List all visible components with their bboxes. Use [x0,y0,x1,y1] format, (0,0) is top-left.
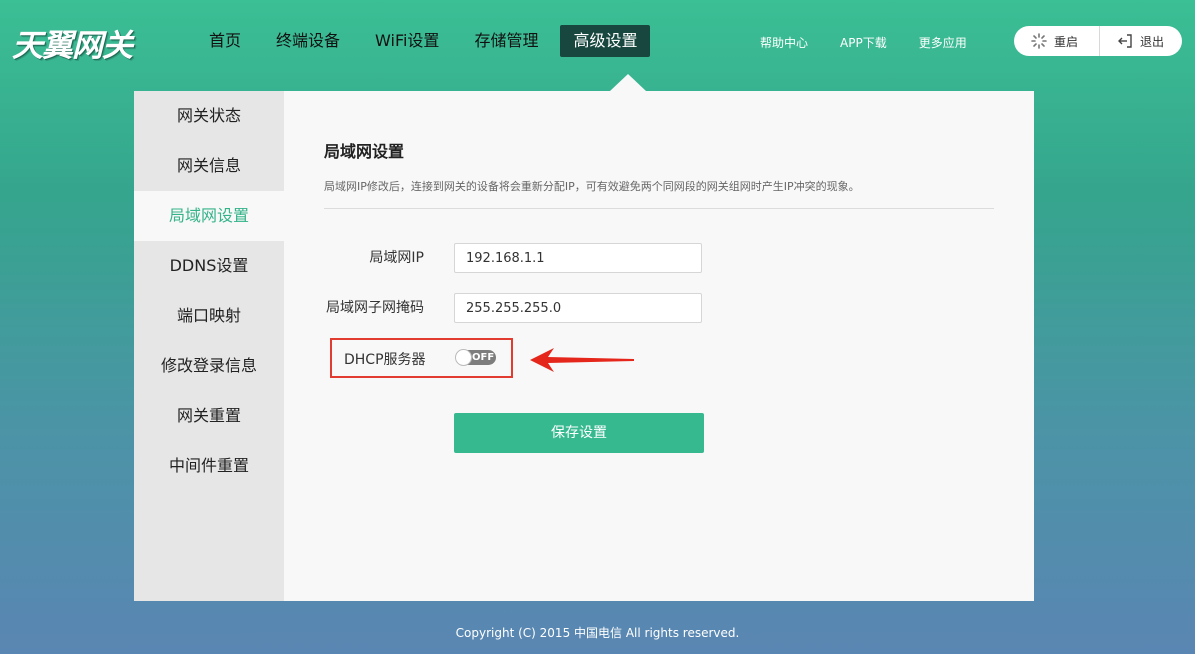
nav-item-devices[interactable]: 终端设备 [263,25,353,57]
restart-label: 重启 [1054,34,1079,49]
brand-logo: 天翼网关 [12,28,133,64]
save-button[interactable]: 保存设置 [454,413,704,453]
main-nav: 首页 终端设备 WiFi设置 存储管理 高级设置 [196,25,659,57]
nav-item-home[interactable]: 首页 [196,25,254,57]
nav-item-advanced[interactable]: 高级设置 [560,25,651,57]
page-title: 局域网设置 [324,142,405,161]
active-tab-pointer [610,74,646,91]
restart-icon [1031,33,1047,49]
sidebar-item-gateway-info[interactable]: 网关信息 [134,141,284,191]
sidebar: 网关状态 网关信息 局域网设置 DDNS设置 端口映射 修改登录信息 网关重置 … [134,91,284,601]
top-links: 帮助中心 APP下载 更多应用 [760,34,967,51]
page-description: 局域网IP修改后，连接到网关的设备将会重新分配IP，可有效避免两个同网段的网关组… [324,178,994,209]
lan-ip-label: 局域网IP [369,250,424,266]
sidebar-item-gateway-status[interactable]: 网关状态 [134,91,284,141]
sidebar-item-port-mapping[interactable]: 端口映射 [134,291,284,341]
lan-settings-content: 局域网设置 局域网IP修改后，连接到网关的设备将会重新分配IP，可有效避免两个同… [324,91,994,453]
subnet-mask-row: 局域网子网掩码 255.255.255.0 [324,293,994,325]
logout-icon [1117,33,1133,49]
logout-button[interactable]: 退出 [1100,26,1164,56]
dhcp-toggle-state: OFF [472,352,495,363]
sidebar-item-lan-settings[interactable]: 局域网设置 [134,191,284,241]
nav-item-wifi[interactable]: WiFi设置 [362,25,452,57]
lan-ip-row: 局域网IP 192.168.1.1 [324,243,994,275]
lan-ip-input[interactable]: 192.168.1.1 [454,243,702,273]
sidebar-item-login-info[interactable]: 修改登录信息 [134,341,284,391]
dhcp-toggle[interactable]: OFF [455,349,496,366]
restart-button[interactable]: 重启 [1014,26,1100,56]
subnet-mask-label: 局域网子网掩码 [326,300,424,316]
subnet-mask-input[interactable]: 255.255.255.0 [454,293,702,323]
top-actions: 重启 退出 [1014,26,1182,56]
sidebar-item-middleware-reset[interactable]: 中间件重置 [134,441,284,491]
logout-label: 退出 [1140,34,1165,49]
help-link[interactable]: 帮助中心 [760,34,808,51]
footer-copyright: Copyright (C) 2015 中国电信 All rights reser… [455,626,740,640]
annotation-arrow-icon [530,348,634,372]
sidebar-item-ddns[interactable]: DDNS设置 [134,241,284,291]
nav-item-storage[interactable]: 存储管理 [461,25,551,57]
dhcp-label: DHCP服务器 [344,352,426,368]
dhcp-highlight-box: DHCP服务器 OFF [330,338,513,378]
app-download-link[interactable]: APP下载 [840,34,887,51]
more-apps-link[interactable]: 更多应用 [919,34,967,51]
toggle-knob [455,349,472,366]
sidebar-item-gateway-reset[interactable]: 网关重置 [134,391,284,441]
